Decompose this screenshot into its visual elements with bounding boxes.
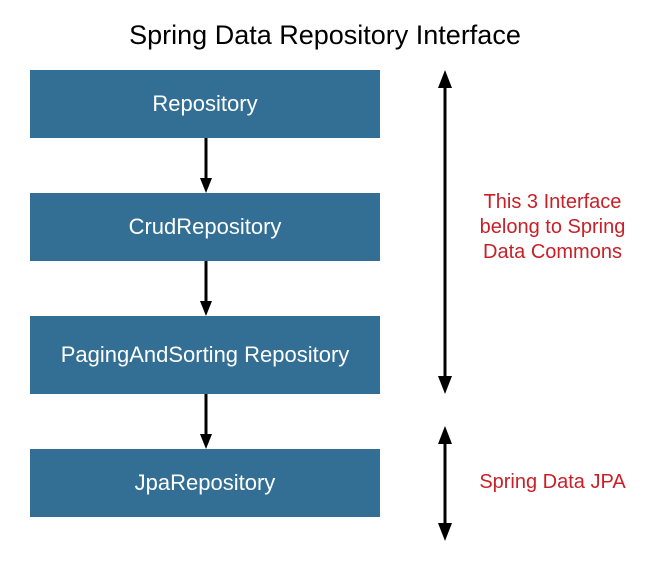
box-crud-label: CrudRepository xyxy=(129,214,282,239)
box-repository-label: Repository xyxy=(152,91,257,116)
box-paging-sorting-repository: PagingAndSorting Repository xyxy=(30,316,380,394)
arrow-down-icon xyxy=(200,394,210,449)
box-paging-label: PagingAndSorting Repository xyxy=(61,342,350,367)
box-repository: Repository xyxy=(30,70,380,138)
note-spring-data-jpa: Spring Data JPA xyxy=(470,470,635,495)
arrow-down-icon xyxy=(200,138,210,193)
box-jpa-repository: JpaRepository xyxy=(30,449,380,517)
bracket-jpa-icon xyxy=(435,426,455,541)
box-crud-repository: CrudRepository xyxy=(30,193,380,261)
bracket-commons-icon xyxy=(435,70,455,394)
box-jpa-label: JpaRepository xyxy=(135,470,276,495)
diagram-title: Spring Data Repository Interface xyxy=(0,0,650,51)
diagram-container: Repository CrudRepository PagingAndSorti… xyxy=(30,70,620,560)
note-spring-data-commons: This 3 Interface belong to Spring Data C… xyxy=(470,190,635,265)
arrow-down-icon xyxy=(200,261,210,316)
